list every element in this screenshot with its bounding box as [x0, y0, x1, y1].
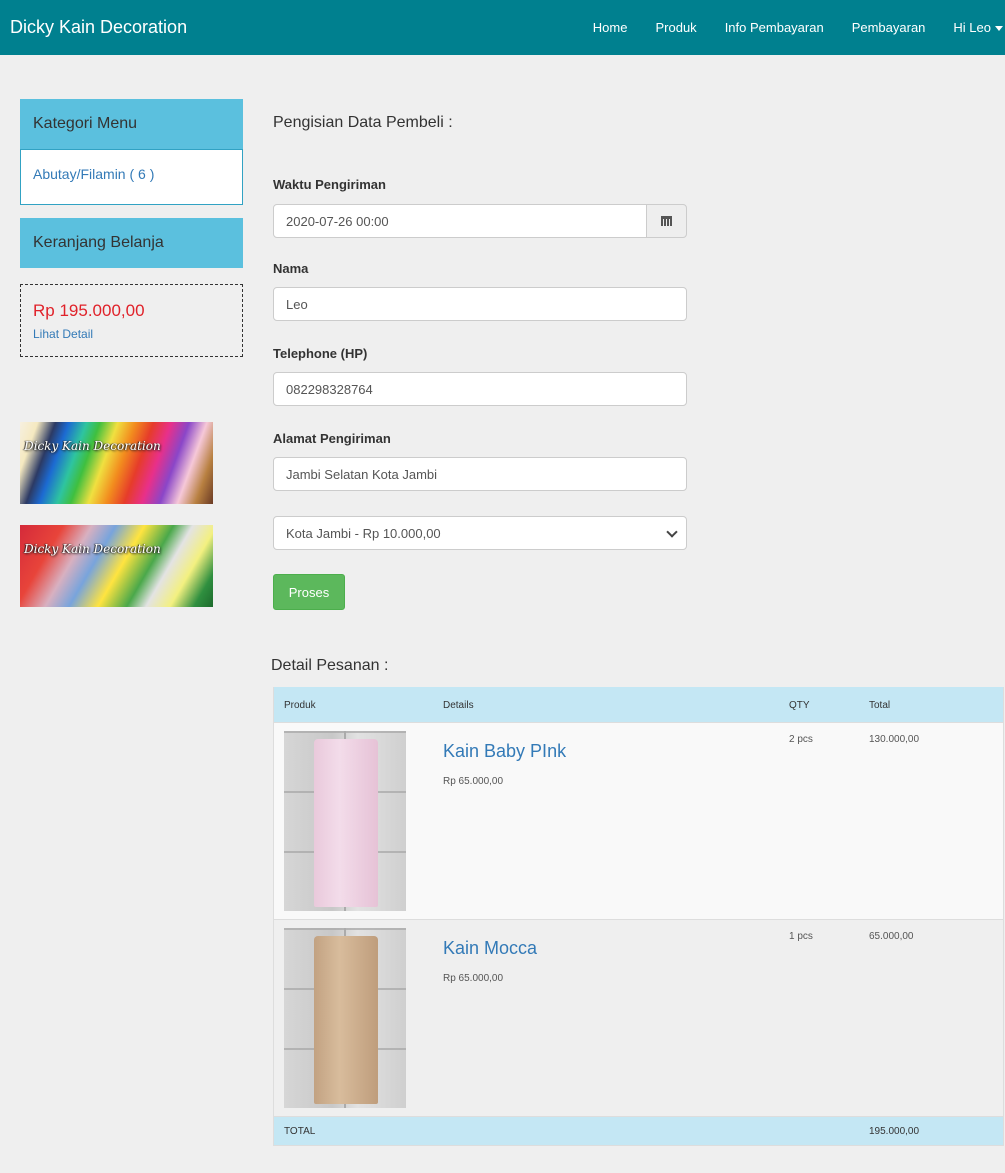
ongkir-select[interactable]: Kota Jambi - Rp 10.000,00: [273, 516, 687, 550]
kategori-item-abutay[interactable]: Abutay/Filamin ( 6 ): [20, 149, 243, 205]
product-price: Rp 65.000,00: [443, 776, 504, 787]
order-table: Produk Details QTY Total Kain Baby PInk …: [273, 687, 1004, 1146]
footer-label: TOTAL: [284, 1126, 316, 1137]
th-total: Total: [869, 700, 891, 711]
product-total: 65.000,00: [869, 931, 914, 942]
footer-total: 195.000,00: [869, 1126, 920, 1137]
form-title: Pengisian Data Pembeli :: [273, 114, 453, 131]
product-qty: 1 pcs: [789, 931, 813, 942]
banner-2-text: Dicky Kain Decoration: [24, 542, 161, 556]
top-navbar: Dicky Kain Decoration Home Produk Info P…: [0, 0, 1005, 55]
table-footer-row: TOTAL 195.000,00: [274, 1117, 1003, 1146]
th-details: Details: [443, 700, 474, 711]
caret-down-icon: [995, 26, 1003, 32]
cart-detail-link[interactable]: Lihat Detail: [33, 327, 230, 341]
nav-home[interactable]: Home: [593, 20, 628, 35]
telp-value: 082298328764: [286, 381, 373, 397]
product-name[interactable]: Kain Mocca: [443, 938, 537, 959]
cloth-graphic: [314, 739, 378, 907]
table-row: Kain Baby PInk Rp 65.000,00 2 pcs 130.00…: [274, 723, 1003, 920]
telp-label: Telephone (HP): [273, 346, 368, 361]
nav-menu: Home Produk Info Pembayaran Pembayaran H…: [565, 0, 1005, 55]
telephone-input[interactable]: 082298328764: [273, 372, 687, 406]
product-price: Rp 65.000,00: [443, 973, 504, 984]
cloth-graphic: [314, 936, 378, 1104]
alamat-value: Jambi Selatan Kota Jambi: [286, 466, 438, 482]
nama-input[interactable]: Leo: [273, 287, 687, 321]
nav-produk[interactable]: Produk: [655, 20, 696, 35]
table-header-row: Produk Details QTY Total: [274, 687, 1003, 723]
alamat-input[interactable]: Jambi Selatan Kota Jambi: [273, 457, 687, 491]
keranjang-header: Keranjang Belanja: [20, 218, 243, 268]
cart-total: Rp 195.000,00: [33, 301, 145, 320]
cart-summary: Rp 195.000,00 Lihat Detail: [20, 284, 243, 357]
nama-value: Leo: [286, 296, 308, 312]
waktu-value: 2020-07-26 00:00: [286, 213, 389, 229]
product-name[interactable]: Kain Baby PInk: [443, 741, 566, 762]
detail-title: Detail Pesanan :: [271, 657, 389, 674]
product-qty: 2 pcs: [789, 734, 813, 745]
nav-pembayaran[interactable]: Pembayaran: [852, 20, 926, 35]
proses-button[interactable]: Proses: [273, 574, 345, 610]
banner-1-text: Dicky Kain Decoration: [24, 439, 161, 453]
promo-banner-2: Dicky Kain Decoration: [20, 525, 213, 607]
waktu-label: Waktu Pengiriman: [273, 177, 386, 192]
th-qty: QTY: [789, 700, 810, 711]
ongkir-selected: Kota Jambi - Rp 10.000,00: [286, 525, 441, 541]
th-produk: Produk: [284, 700, 316, 711]
promo-banner-1: Dicky Kain Decoration: [20, 422, 213, 504]
waktu-pengiriman-input[interactable]: 2020-07-26 00:00: [273, 204, 647, 238]
calendar-button[interactable]: [646, 204, 687, 238]
product-image[interactable]: [284, 731, 406, 911]
brand-logo[interactable]: Dicky Kain Decoration: [10, 17, 187, 38]
nama-label: Nama: [273, 261, 309, 276]
nav-info-pembayaran[interactable]: Info Pembayaran: [725, 20, 824, 35]
product-image[interactable]: [284, 928, 406, 1108]
alamat-label: Alamat Pengiriman: [273, 431, 391, 446]
kategori-header: Kategori Menu: [20, 99, 243, 149]
chevron-down-icon: [666, 526, 678, 538]
user-menu-label: Hi Leo: [953, 20, 991, 35]
user-menu-dropdown[interactable]: Hi Leo: [953, 20, 1003, 35]
product-total: 130.000,00: [869, 734, 920, 745]
calendar-icon: [661, 216, 672, 226]
table-row: Kain Mocca Rp 65.000,00 1 pcs 65.000,00: [274, 920, 1003, 1117]
